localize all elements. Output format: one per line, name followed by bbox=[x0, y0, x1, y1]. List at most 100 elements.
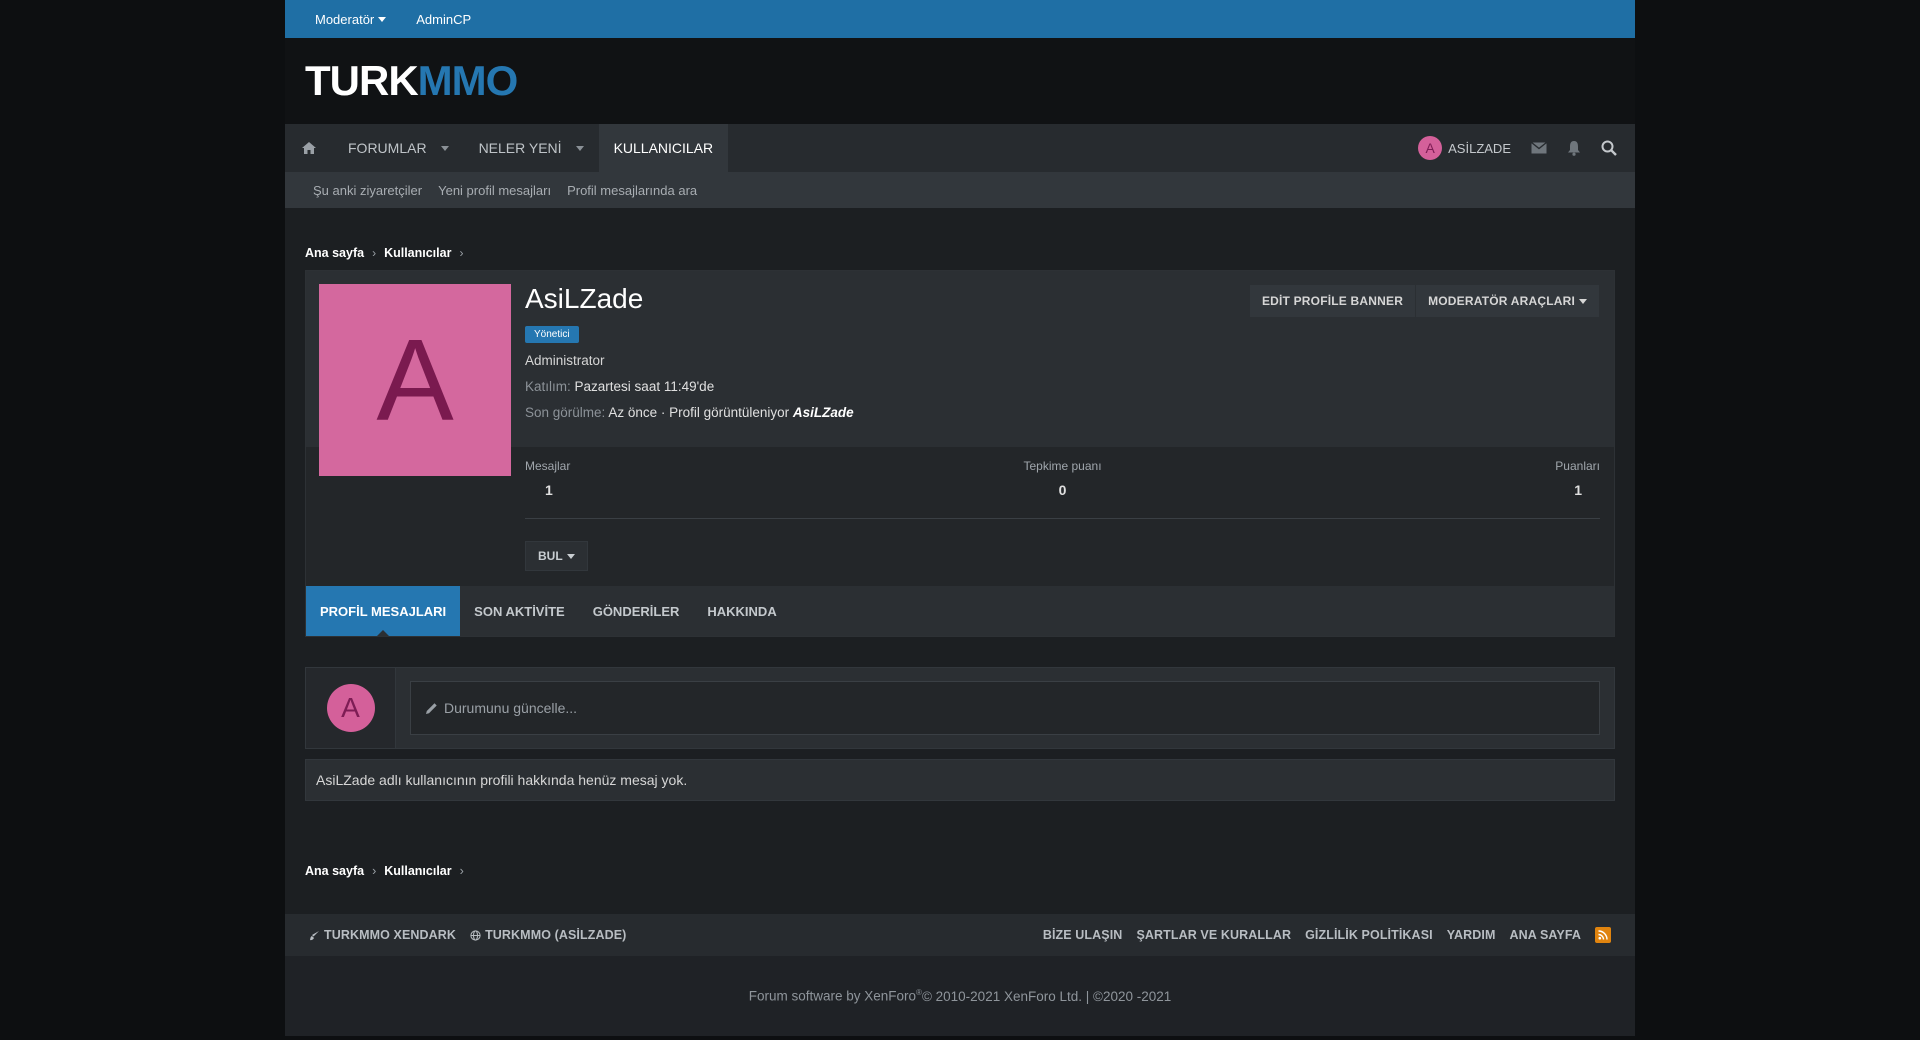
caret-down-icon bbox=[378, 16, 387, 22]
last-seen-label: Son görülme: bbox=[525, 405, 606, 420]
caret-down-icon bbox=[566, 553, 575, 559]
nav-user-area: A ASİLZADE bbox=[1408, 124, 1635, 172]
moderator-tools-button[interactable]: MODERATÖR ARAÇLARI bbox=[1416, 285, 1600, 317]
subnav-current-visitors[interactable]: Şu anki ziyaretçiler bbox=[313, 183, 422, 198]
nav-tab-whats-new[interactable]: NELER YENİ bbox=[464, 124, 599, 172]
tab-about[interactable]: HAKKINDA bbox=[693, 586, 790, 636]
main-content: Ana sayfa › Kullanıcılar › A AsiLZade Yö… bbox=[285, 208, 1635, 914]
footer-help-link[interactable]: YARDIM bbox=[1447, 928, 1496, 942]
site-header: TURKMMO bbox=[285, 38, 1635, 124]
nav-tab-label: NELER YENİ bbox=[478, 140, 562, 156]
empty-profile-posts-message: AsiLZade adlı kullanıcının profili hakkı… bbox=[305, 759, 1615, 801]
stat-label: Mesajlar bbox=[525, 459, 571, 473]
language-chooser-label: TURKMMO (ASİLZADE) bbox=[485, 928, 627, 942]
stat-points: Puanları 1 bbox=[1555, 459, 1600, 498]
subnav-new-profile-posts[interactable]: Yeni profil mesajları bbox=[438, 183, 551, 198]
subnav-search-profile-posts[interactable]: Profil mesajlarında ara bbox=[567, 183, 697, 198]
language-chooser-link[interactable]: TURKMMO (ASİLZADE) bbox=[470, 928, 626, 942]
breadcrumb: Ana sayfa › Kullanıcılar › bbox=[305, 208, 1615, 264]
footer-links: TURKMMO XENDARK TURKMMO (ASİLZADE) BİZE … bbox=[285, 914, 1635, 956]
joined-line: Katılım: Pazartesi saat 11:49'de bbox=[525, 379, 854, 394]
logo-part-2: MMO bbox=[417, 57, 519, 104]
status-placeholder: Durumunu güncelle... bbox=[444, 700, 578, 716]
account-menu[interactable]: A ASİLZADE bbox=[1408, 124, 1521, 172]
chevron-right-icon: › bbox=[372, 864, 377, 878]
paintbrush-icon bbox=[310, 930, 319, 940]
stat-value[interactable]: 1 bbox=[1555, 482, 1600, 498]
footer-right: BİZE ULAŞIN ŞARTLAR VE KURALLAR GİZLİLİK… bbox=[1043, 927, 1611, 943]
stat-value: 0 bbox=[1058, 482, 1067, 498]
last-seen-value: Az önce · Profil görüntüleniyor bbox=[608, 405, 790, 420]
nav-tab-members[interactable]: KULLANICILAR bbox=[598, 124, 729, 172]
joined-label: Katılım: bbox=[525, 379, 571, 394]
stat-messages: Mesajlar 1 bbox=[525, 459, 570, 498]
globe-icon bbox=[470, 929, 481, 941]
style-chooser-label: TURKMMO XENDARK bbox=[324, 928, 457, 942]
footer-home-link[interactable]: ANA SAYFA bbox=[1509, 928, 1581, 942]
tab-profile-posts[interactable]: PROFİL MESAJLARI bbox=[306, 586, 461, 636]
profile-tabs: PROFİL MESAJLARI SON AKTİVİTE GÖNDERİLER… bbox=[306, 586, 1614, 636]
moderator-menu[interactable]: Moderatör bbox=[315, 11, 387, 27]
stat-label: Puanları bbox=[1555, 459, 1600, 473]
footer-contact-link[interactable]: BİZE ULAŞIN bbox=[1043, 928, 1123, 942]
search-icon bbox=[1601, 140, 1617, 156]
chevron-right-icon: › bbox=[459, 245, 464, 260]
rss-icon[interactable] bbox=[1595, 927, 1611, 943]
breadcrumb-home[interactable]: Ana sayfa bbox=[305, 864, 364, 878]
status-input[interactable]: Durumunu güncelle... bbox=[410, 681, 1600, 735]
nav-tab-label: KULLANICILAR bbox=[613, 140, 714, 156]
breadcrumb-bottom: Ana sayfa › Kullanıcılar › bbox=[305, 864, 464, 878]
breadcrumb-members[interactable]: Kullanıcılar bbox=[384, 864, 451, 878]
style-chooser-link[interactable]: TURKMMO XENDARK bbox=[309, 928, 456, 942]
caret-down-icon[interactable] bbox=[575, 145, 584, 151]
profile-buttons: EDİT PROFİLE BANNER MODERATÖR ARAÇLARI bbox=[1249, 285, 1600, 317]
chevron-right-icon: › bbox=[372, 245, 377, 260]
copyright-text: Forum software by XenForo bbox=[748, 988, 917, 1004]
copyright-text-rest: © 2010-2021 XenForo Ltd. | ©2020 -2021 bbox=[921, 988, 1172, 1004]
staff-bar: Moderatör AdminCP bbox=[285, 0, 1635, 38]
footer-left: TURKMMO XENDARK TURKMMO (ASİLZADE) bbox=[309, 928, 626, 942]
member-header: A AsiLZade Yönetici Administrator Katılı… bbox=[305, 270, 1615, 637]
logo-part-1: TURK bbox=[305, 57, 419, 104]
profile-stats: Mesajlar 1 Tepkime puanı 0 Puanları 1 bbox=[525, 459, 1600, 519]
nav-tab-forums[interactable]: FORUMLAR bbox=[333, 124, 464, 172]
footer-privacy-link[interactable]: GİZLİLİK POLİTİKASI bbox=[1305, 928, 1433, 942]
moderator-label: Moderatör bbox=[315, 11, 375, 27]
last-seen-user-link[interactable]: AsiLZade bbox=[793, 405, 854, 420]
breadcrumb-home[interactable]: Ana sayfa bbox=[305, 246, 364, 260]
copyright-xenforo-link[interactable]: Forum software by XenForo® bbox=[749, 988, 922, 1004]
chevron-right-icon: › bbox=[459, 864, 464, 878]
find-label: BUL bbox=[538, 549, 563, 563]
sub-nav: Şu anki ziyaretçiler Yeni profil mesajla… bbox=[285, 172, 1635, 208]
home-icon bbox=[302, 142, 316, 154]
tab-latest-activity[interactable]: SON AKTİVİTE bbox=[460, 586, 579, 636]
site-logo[interactable]: TURKMMO bbox=[305, 57, 519, 105]
stat-value[interactable]: 1 bbox=[525, 482, 570, 498]
stat-reaction-score: Tepkime puanı 0 bbox=[1023, 459, 1101, 498]
footer-copyright: Forum software by XenForo® © 2010-2021 X… bbox=[285, 956, 1635, 1036]
edit-profile-banner-button[interactable]: EDİT PROFİLE BANNER bbox=[1249, 285, 1417, 317]
breadcrumb-members[interactable]: Kullanıcılar bbox=[384, 246, 451, 260]
footer-terms-link[interactable]: ŞARTLAR VE KURALLAR bbox=[1136, 928, 1291, 942]
user-banner-badge: Yönetici bbox=[525, 326, 579, 343]
admincp-link[interactable]: AdminCP bbox=[416, 12, 471, 27]
nav-home[interactable] bbox=[285, 124, 333, 172]
user-title: Administrator bbox=[525, 353, 605, 368]
joined-value: Pazartesi saat 11:49'de bbox=[574, 379, 715, 394]
tab-postings[interactable]: GÖNDERİLER bbox=[579, 586, 694, 636]
profile-avatar[interactable]: A bbox=[319, 284, 511, 476]
pencil-icon bbox=[426, 702, 437, 714]
caret-down-icon[interactable] bbox=[440, 145, 449, 151]
caret-down-icon bbox=[1579, 298, 1587, 304]
search-button[interactable] bbox=[1591, 124, 1627, 172]
status-update-box: A Durumunu güncelle... bbox=[305, 667, 1615, 749]
alerts-button[interactable] bbox=[1557, 124, 1591, 172]
status-avatar-cell: A bbox=[306, 668, 396, 748]
nav-tab-label: FORUMLAR bbox=[348, 140, 427, 156]
inbox-button[interactable] bbox=[1521, 124, 1557, 172]
profile-info: AsiLZade Yönetici Administrator Katılım:… bbox=[525, 283, 854, 431]
moderator-tools-label: MODERATÖR ARAÇLARI bbox=[1428, 294, 1575, 308]
profile-username: AsiLZade bbox=[525, 283, 644, 314]
find-button[interactable]: BUL bbox=[525, 541, 588, 571]
avatar[interactable]: A bbox=[326, 684, 375, 732]
